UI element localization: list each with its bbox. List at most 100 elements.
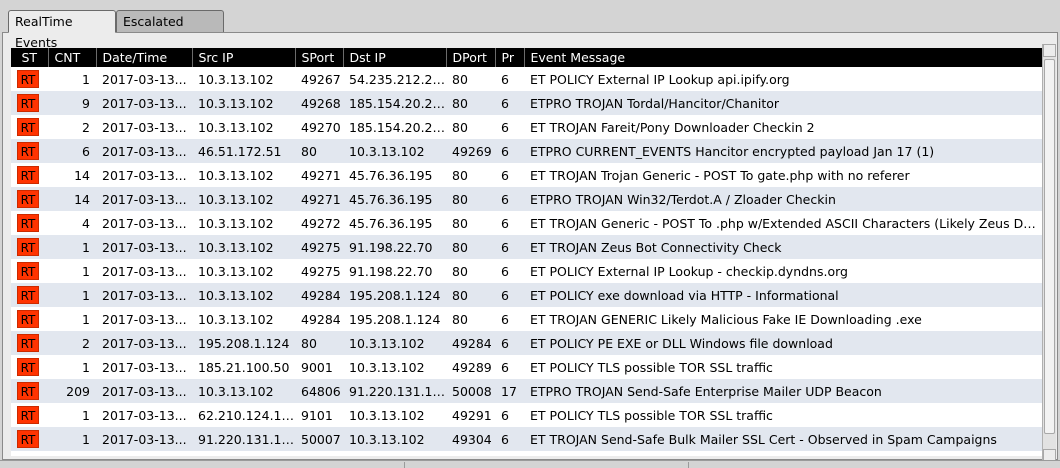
datetime-cell: 2017-03-13... [96,187,192,211]
event-message-cell: ETPRO TROJAN Send-Safe Enterprise Mailer… [524,379,1043,403]
event-message-cell: ET TROJAN GENERIC Likely Malicious Fake … [530,311,922,327]
datetime-cell: 2017-03-13... [96,331,192,355]
protocol-cell: 6 [495,235,524,259]
dst-ip-cell: 91.198.22.70 [349,263,433,279]
count-cell: 1 [82,359,90,375]
column-header-src-ip[interactable]: Src IP [191,48,295,67]
event-message-cell: ETPRO CURRENT_EVENTS Hancitor encrypted … [524,139,1043,163]
protocol-cell: 6 [501,71,509,87]
sport-cell: 49272 [301,215,341,231]
sport-cell: 50007 [295,427,343,451]
sport-cell: 64806 [295,379,343,403]
dport-cell: 80 [446,235,495,259]
table-row[interactable]: RT 1 2017-03-13... 10.3.13.102 49267 54.235.2… [11,67,1043,91]
datetime-cell: 2017-03-13... [96,283,192,307]
table-row[interactable]: RT 14 2017-03-13... 10.3.13.102 49271 45.76.3… [11,163,1043,187]
protocol-cell: 6 [501,311,509,327]
count-cell: 9 [48,91,96,115]
sport-cell: 49268 [295,91,343,115]
dport-cell: 50008 [446,379,495,403]
event-message-cell: ET TROJAN Zeus Bot Connectivity Check [524,235,1043,259]
rt-status-badge: RT [17,238,39,256]
column-header-dst-ip[interactable]: Dst IP [342,48,446,67]
status-cell: RT [11,355,48,379]
dst-ip-cell: 91.198.22.70 [343,235,446,259]
table-row[interactable]: RT 9 2017-03-13... 10.3.13.102 49268 185.154.… [11,91,1043,115]
table-row[interactable]: RT 1 2017-03-13... 10.3.13.102 49284 195.208.… [11,307,1043,331]
src-ip-cell: 10.3.13.102 [198,119,274,135]
table-row[interactable]: RT 209 2017-03-13... 10.3.13.102 64806 91.220… [11,379,1043,403]
dst-ip-cell: 10.3.13.102 [343,427,446,451]
dst-ip-cell: 185.154.20.201 [349,119,446,135]
dport-cell: 80 [452,215,468,231]
sport-cell: 49271 [301,167,341,183]
column-header-datetime[interactable]: Date/Time [95,48,192,67]
dst-ip-cell: 45.76.36.195 [349,215,433,231]
scrollbar-thumb[interactable] [1044,59,1055,434]
sport-cell: 80 [295,139,343,163]
table-row[interactable]: RT 1 2017-03-13... 91.220.131.143 50007 10.3.… [11,427,1043,451]
protocol-cell: 6 [495,91,524,115]
count-cell: 2 [82,119,90,135]
src-ip-cell: 10.3.13.102 [192,91,295,115]
table-row[interactable]: RT 1 2017-03-13... 10.3.13.102 49275 91.198.2… [11,235,1043,259]
count-cell: 14 [74,167,90,183]
pane-splitter[interactable] [0,460,1060,468]
datetime-cell: 2017-03-13... [96,91,192,115]
src-ip-cell: 91.220.131.143 [192,427,295,451]
sport-cell: 49275 [295,235,343,259]
src-ip-cell: 46.51.172.51 [192,139,295,163]
tab-escalated-events[interactable]: Escalated Events [116,10,224,50]
dst-ip-cell: 10.3.13.102 [349,359,425,375]
dst-ip-cell: 10.3.13.102 [343,139,446,163]
count-cell: 1 [82,311,90,327]
rt-status-badge: RT [17,142,39,160]
table-row[interactable]: RT 14 2017-03-13... 10.3.13.102 49271 45.76.3… [11,187,1043,211]
status-cell: RT [11,91,48,115]
datetime-cell: 2017-03-13... [102,167,187,183]
rt-status-badge: RT [17,358,39,376]
status-cell: RT [11,139,48,163]
vertical-scrollbar[interactable] [1042,44,1056,467]
table-row[interactable]: RT 1 2017-03-13... 10.3.13.102 49284 195.208.… [11,283,1043,307]
src-ip-cell: 10.3.13.102 [198,71,274,87]
dport-cell: 80 [446,283,495,307]
table-row[interactable]: RT 1 2017-03-13... 62.210.124.124 9101 10.3.1… [11,403,1043,427]
datetime-cell: 2017-03-13... [102,311,187,327]
table-row[interactable]: RT 1 2017-03-13... 10.3.13.102 49275 91.198.2… [11,259,1043,283]
count-cell: 4 [82,215,90,231]
dport-cell: 80 [452,311,468,327]
protocol-cell: 6 [501,215,509,231]
event-message-cell: ET TROJAN Send-Safe Bulk Mailer SSL Cert… [524,427,1043,451]
table-row[interactable]: RT 4 2017-03-13... 10.3.13.102 49272 45.76.36… [11,211,1043,235]
count-cell: 1 [82,407,90,423]
sport-cell: 49267 [301,71,341,87]
table-header-row: ST CNT Date/Time Src IP SPort Dst IP DPo… [11,48,1043,67]
table-row[interactable]: RT 2 2017-03-13... 195.208.1.124 80 10.3.13.1… [11,331,1043,355]
table-row[interactable]: RT 6 2017-03-13... 46.51.172.51 80 10.3.13.10… [11,139,1043,163]
tab-realtime-events[interactable]: RealTime Events [8,10,116,50]
column-header-event-message[interactable]: Event Message [523,48,1043,67]
column-header-pr[interactable]: Pr [494,48,524,67]
rt-status-badge: RT [17,310,39,328]
scroll-up-button[interactable] [1043,44,1056,57]
table-row[interactable]: RT 2 2017-03-13... 10.3.13.102 49270 185.154.… [11,115,1043,139]
count-cell: 2 [48,331,96,355]
status-cell: RT [11,283,48,307]
event-message-cell: ET TROJAN Generic - POST To .php w/Exten… [530,215,1043,231]
event-message-cell: ETPRO TROJAN Tordal/Hancitor/Chanitor [524,91,1043,115]
status-cell: RT [11,211,48,235]
dport-cell: 80 [452,119,468,135]
column-header-sport[interactable]: SPort [294,48,343,67]
protocol-cell: 6 [495,283,524,307]
column-header-dport[interactable]: DPort [445,48,495,67]
dst-ip-cell: 185.154.20.201 [343,91,446,115]
datetime-cell: 2017-03-13... [102,71,187,87]
protocol-cell: 6 [501,263,509,279]
src-ip-cell: 10.3.13.102 [192,379,295,403]
protocol-cell: 6 [495,331,524,355]
table-row[interactable]: RT 1 2017-03-13... 185.21.100.50 9001 10.3.13… [11,355,1043,379]
sport-cell: 49275 [301,263,341,279]
protocol-cell: 6 [501,167,509,183]
sport-cell: 80 [295,331,343,355]
